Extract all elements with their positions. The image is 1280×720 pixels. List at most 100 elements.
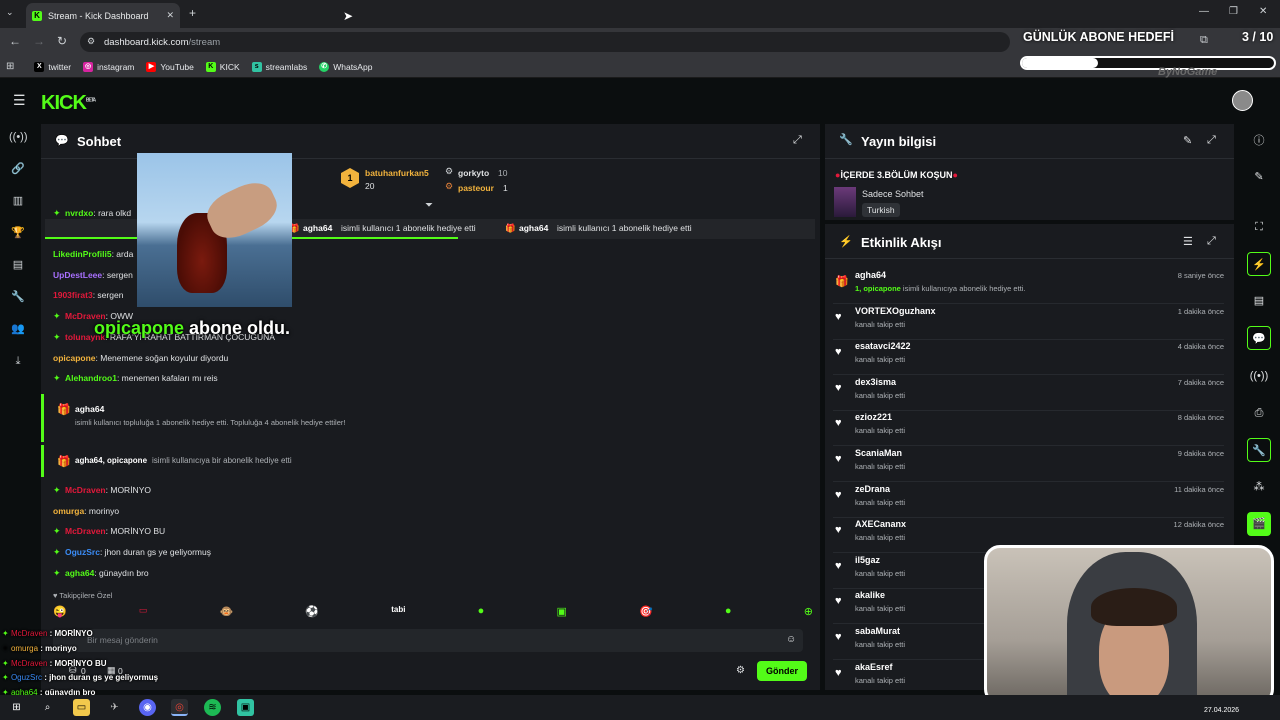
forward-icon[interactable]: →	[33, 34, 45, 48]
apps-grid-icon[interactable]: ⊞	[6, 61, 14, 72]
emote-icon[interactable]: 🐵	[220, 605, 234, 621]
broadcast-icon[interactable]: ((•))	[1247, 364, 1271, 388]
emote-icon[interactable]: ▣	[556, 605, 566, 621]
chat-username[interactable]: UpDestLeee	[53, 270, 102, 280]
emote-icon[interactable]: 😜	[53, 605, 67, 621]
file-explorer-icon[interactable]: ▭	[73, 699, 90, 716]
chat-username[interactable]: opicapone	[53, 353, 96, 363]
feed-username[interactable]: esatavci2422	[855, 341, 911, 351]
edit-pencil-icon[interactable]: ✎	[1247, 165, 1271, 189]
chat-bubble-icon[interactable]: 💬	[1247, 326, 1271, 350]
feed-username[interactable]: akaEsref	[855, 662, 893, 672]
emoji-picker-icon[interactable]: ☺	[786, 634, 796, 645]
share-nodes-icon[interactable]: ⁂	[1247, 475, 1271, 499]
feed-username[interactable]: dex3isma	[855, 377, 896, 387]
popout-icon[interactable]: ⤢	[1207, 235, 1216, 248]
info-icon[interactable]: ⓘ	[1247, 129, 1271, 153]
feed-username[interactable]: zeDrana	[855, 484, 890, 494]
search-icon[interactable]: ⌕	[39, 699, 56, 716]
feed-username[interactable]: ezioz221	[855, 412, 892, 422]
feed-username[interactable]: akalike	[855, 590, 885, 600]
collapse-chevron-icon[interactable]: ⏷	[425, 200, 433, 211]
chat-username[interactable]: omurga	[53, 506, 84, 516]
soccer-emote-icon[interactable]: ⚽	[305, 605, 319, 621]
chrome-icon[interactable]: ◎	[171, 699, 188, 716]
feed-username[interactable]: agha64	[855, 270, 886, 280]
popout-icon[interactable]: ⤢	[793, 134, 802, 147]
chat-username[interactable]: McDraven	[65, 485, 106, 495]
url-field[interactable]: ⚙ dashboard.kick.com/stream	[80, 32, 1010, 52]
feed-username[interactable]: VORTEXOguzhanx	[855, 306, 936, 316]
avatar[interactable]	[1232, 90, 1253, 111]
windows-start-icon[interactable]: ⊞	[8, 699, 25, 716]
emote-icon[interactable]: 🎯	[639, 605, 653, 621]
feed-action: kanalı takip etti	[855, 533, 905, 542]
gift-notice-user[interactable]: agha64	[75, 404, 104, 414]
app-icon[interactable]: ✈	[106, 699, 123, 716]
feed-username[interactable]: il5gaz	[855, 555, 880, 565]
emote-icon[interactable]: ⊕	[804, 605, 813, 621]
tabi-emote-icon[interactable]: tabi	[391, 605, 405, 621]
analytics-icon[interactable]: ▥	[9, 192, 27, 210]
live-broadcast-icon[interactable]: ((•))	[9, 128, 28, 146]
chat-username[interactable]: 1903firat3	[53, 290, 93, 300]
popout-icon[interactable]: ⤢	[1207, 134, 1216, 147]
minimize-icon[interactable]: —	[1199, 6, 1209, 17]
discord-icon[interactable]: ◉	[139, 699, 156, 716]
chat-username[interactable]: OguzSrc	[65, 547, 100, 557]
category-name[interactable]: Sadece Sohbet	[862, 189, 924, 199]
new-tab-icon[interactable]: +	[189, 6, 196, 20]
emote-icon[interactable]: ▭	[139, 605, 148, 621]
wrench-icon[interactable]: 🔧	[1247, 438, 1271, 462]
feed-username[interactable]: sabaMurat	[855, 626, 900, 636]
close-window-icon[interactable]: ✕	[1259, 6, 1267, 17]
close-tab-icon[interactable]: ✕	[166, 10, 174, 21]
leader-3-name[interactable]: pasteour	[458, 183, 494, 193]
printer-icon[interactable]: ⎙	[1247, 401, 1271, 425]
clapperboard-icon[interactable]: 🎬	[1247, 512, 1271, 536]
fullscreen-icon[interactable]: ⛶	[1247, 215, 1271, 239]
kick-logo[interactable]: KICKBETA	[41, 92, 96, 115]
site-info-icon[interactable]: ⚙	[87, 36, 95, 47]
gift-notice-users[interactable]: agha64, opicapone	[75, 456, 147, 465]
chat-settings-gear-icon[interactable]: ⚙	[736, 665, 745, 676]
menu-icon[interactable]: ☰	[13, 92, 26, 109]
streamlabs-icon[interactable]: ▣	[237, 699, 254, 716]
tab-list-chevron-icon[interactable]: ⌄	[6, 7, 14, 18]
trophy-icon[interactable]: 🏆	[9, 224, 27, 242]
maximize-icon[interactable]: ❐	[1229, 6, 1238, 17]
chat-username[interactable]: agha64	[65, 568, 94, 578]
back-icon[interactable]: ←	[9, 34, 21, 48]
chat-username[interactable]: nvrdxo	[65, 208, 93, 218]
wrench-icon[interactable]: 🔧	[9, 288, 27, 306]
spotify-icon[interactable]: ≋	[204, 699, 221, 716]
chat-username[interactable]: LikedinProfili5	[53, 249, 112, 259]
leader-1-name[interactable]: batuhanfurkan5	[365, 168, 429, 178]
feed-gift-recipient[interactable]: 1, opicapone	[855, 284, 901, 293]
bookmark-twitter[interactable]: Xtwitter	[34, 61, 71, 72]
chat-input[interactable]: Bir mesaj gönderin ☺	[53, 629, 803, 652]
bookmark-instagram[interactable]: ◎ instagram	[83, 61, 134, 72]
media-icon[interactable]: ▤	[9, 256, 27, 274]
tab-kick-dashboard[interactable]: K Stream - Kick Dashboard ✕	[26, 3, 180, 28]
document-icon[interactable]: ▤	[1247, 289, 1271, 313]
bookmark-streamlabs[interactable]: s streamlabs	[251, 61, 307, 72]
download-icon[interactable]: ⤓	[9, 352, 27, 370]
emote-icon[interactable]: ●	[725, 605, 732, 621]
bookmark-whatsapp[interactable]: ✆ WhatsApp	[319, 61, 372, 72]
chat-username[interactable]: Alehandroo1	[65, 373, 117, 383]
chat-username[interactable]: McDraven	[65, 526, 106, 536]
feed-username[interactable]: AXECananx	[855, 519, 906, 529]
ghost-emote-icon[interactable]: ●	[478, 605, 485, 621]
bookmark-kick[interactable]: K KICK	[205, 61, 240, 72]
lightning-icon[interactable]: ⚡	[1247, 252, 1271, 276]
edit-pencil-icon[interactable]: ✎	[1183, 134, 1192, 147]
link-icon[interactable]: 🔗	[9, 160, 27, 178]
feed-username[interactable]: ScaniaMan	[855, 448, 902, 458]
leader-2-name[interactable]: gorkyto	[458, 168, 489, 178]
users-settings-icon[interactable]: 👥	[9, 320, 27, 338]
reload-icon[interactable]: ↻	[57, 34, 67, 48]
bookmark-youtube[interactable]: ▶ YouTube	[146, 61, 194, 72]
send-button[interactable]: Gönder	[757, 661, 807, 681]
filter-icon[interactable]: ☰	[1183, 235, 1193, 248]
